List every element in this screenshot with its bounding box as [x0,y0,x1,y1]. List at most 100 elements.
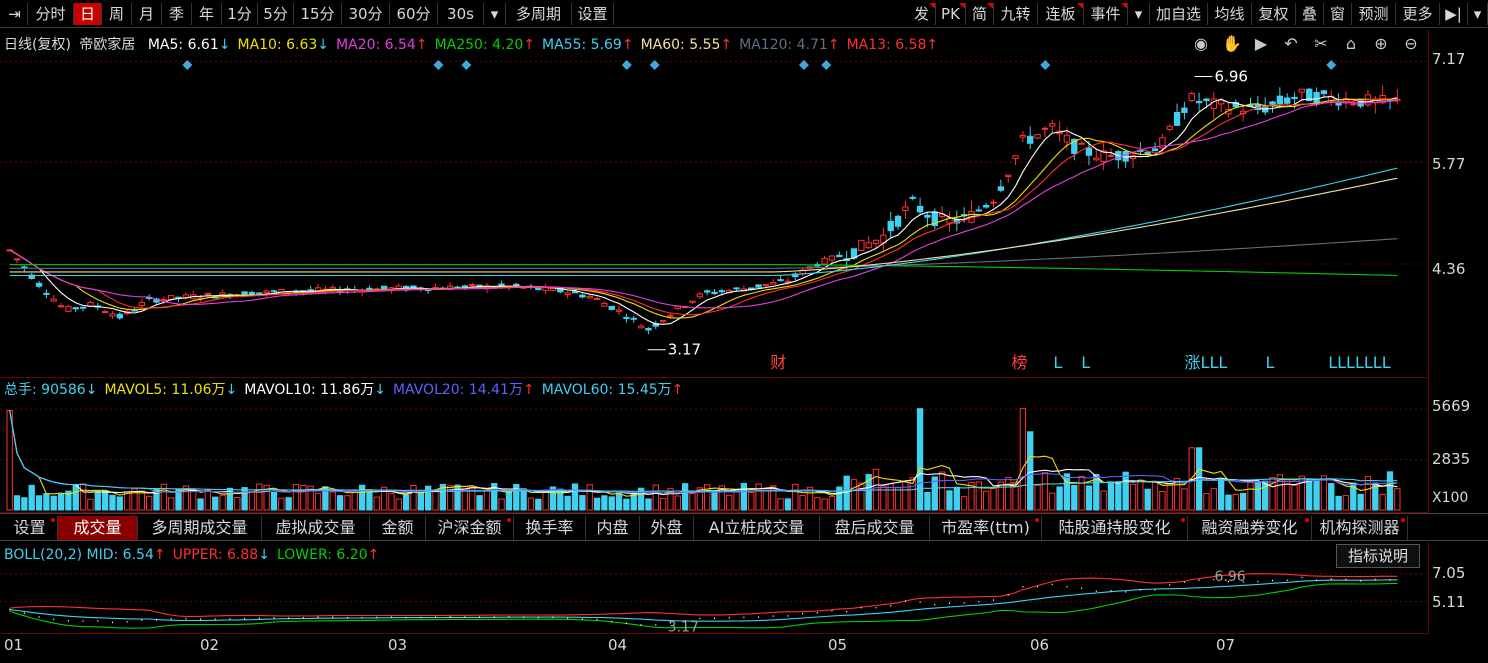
volume-bar [454,484,461,511]
volume-bar [924,491,931,511]
price-label-high: 7.17 [1432,50,1466,68]
candle-body [902,206,909,212]
volume-bar [476,495,483,511]
candle-body [1005,174,1012,177]
volume-bar [513,483,520,511]
volume-bar [1313,478,1320,511]
x-label-month: 01 [4,636,24,654]
volume-bar [828,496,836,511]
volume-bar [1181,488,1188,511]
ma5-line [9,96,1398,325]
candle-body [858,239,865,252]
candle-body [13,258,21,261]
candle-body [72,307,79,310]
volume-bar [520,488,527,511]
candle-body [872,239,880,244]
candle-body [975,209,983,212]
signal-diamond-icon [1326,60,1337,70]
candle-body [711,291,718,295]
volume-bar [248,490,256,511]
volume-bar [1107,481,1115,511]
volume-bar [1100,490,1107,511]
volume-bar [1151,480,1159,511]
volume-bar [1166,482,1173,511]
x-label-month: 04 [608,636,628,654]
volume-bar [314,492,322,511]
candle-body [270,290,278,293]
volume-bar [1115,481,1122,511]
volume-bar [938,471,946,511]
candle-body [571,291,579,294]
volume-bar [168,497,175,511]
candle-body [1107,154,1115,157]
price-axis [1428,30,1488,378]
volume-bar [1232,493,1239,511]
candle-body [57,305,65,308]
volume-bar [1005,476,1012,511]
x-label-month: 06 [1030,636,1050,654]
volume-bar [1027,431,1034,511]
candle-body [1041,127,1049,130]
price-label-mid: 5.77 [1432,155,1466,173]
ma13-line [9,98,1398,316]
volume-bar [256,483,263,511]
candle-body [1034,134,1041,139]
volume-bar [843,475,850,511]
candle-body [615,309,623,312]
volume-bar [748,491,755,511]
stock-chart-app: ⇥ 分时日周月季年 1分 5分 15分 30分 60分 30s ▾ 多周期 设置发 PK 简九转 连板 事件… [0,0,1488,663]
volume-bar [123,491,131,511]
toolbar-right-14[interactable]: ▶| [1440,3,1468,25]
candle-body [784,280,792,283]
volume-bar [234,496,241,511]
candle-body [601,302,608,307]
volume-bar [43,493,50,511]
candle-body [1085,147,1093,156]
volume-bar [990,487,997,511]
candle-body [1181,107,1188,113]
volume-bar [674,495,681,511]
volume-bar [1379,493,1386,511]
candle-body [1276,95,1284,105]
candle-body [828,255,836,261]
toolbar-right-15[interactable]: ▾ [1468,3,1488,25]
volume-bar [1394,488,1401,511]
volume-bar [278,497,285,511]
candle-body [579,294,586,298]
candle-body [586,295,593,299]
volume-bar [366,489,373,511]
volume-bar [726,494,733,511]
candle-body [887,220,894,232]
volume-bar [138,490,146,511]
volume-bar [894,487,902,511]
volume-bar [1291,484,1298,511]
candle-body [160,298,168,301]
volume-bar [1357,493,1364,511]
candle-body [116,313,123,319]
volume-bar [1159,490,1166,511]
candle-body [637,325,645,329]
volume-bar [395,498,402,511]
boll-axis [1428,542,1488,634]
boll-high-label: 6.96 [1215,569,1246,585]
candle-body [630,317,637,320]
volume-bar [50,495,57,511]
volume-bar [1239,492,1247,511]
candle-body [1320,90,1328,95]
chart-canvas[interactable]: 6.963.17财榜 L L 涨LLL L LLLLLLL6.963.17 [0,0,1428,663]
volume-bar [101,490,109,511]
candle-body [1298,88,1306,93]
candle-body [997,186,1005,191]
candle-body [79,306,87,309]
candle-body [498,283,505,287]
volume-bar [212,496,219,511]
signal-diamond-icon [461,60,472,70]
volume-bar [1129,483,1137,511]
volume-bar [601,495,608,511]
candle-body [1350,103,1357,106]
volume-bar [1306,478,1313,511]
volume-bar [858,482,865,511]
volume-bar [681,483,689,511]
candle-body [263,290,270,294]
candle-body [50,298,57,302]
